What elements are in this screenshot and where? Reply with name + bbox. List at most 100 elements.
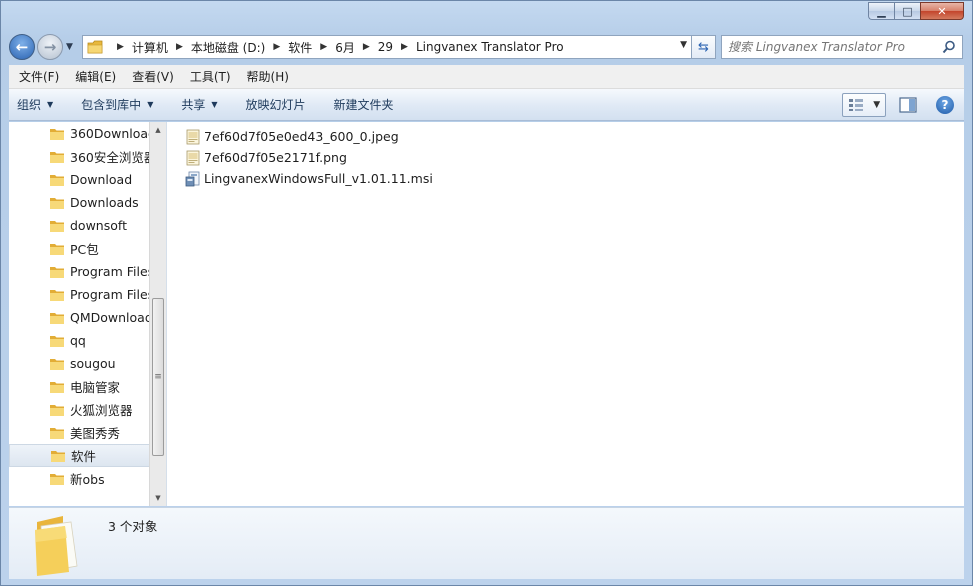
new-folder-button[interactable]: 新建文件夹 (334, 96, 394, 113)
tree-item-label: Download (70, 172, 133, 187)
tree-item[interactable]: 新obs (9, 467, 151, 490)
main-content: 360Download 360安全浏览器 Download Downloads … (9, 122, 964, 506)
tree-item[interactable]: 美图秀秀 (9, 421, 151, 444)
folder-icon (50, 312, 64, 324)
breadcrumb-software[interactable]: 软件 (288, 39, 312, 56)
scroll-down-button[interactable]: ▼ (150, 490, 166, 506)
scroll-up-button[interactable]: ▲ (150, 122, 166, 138)
menu-tools[interactable]: 工具(T) (182, 68, 239, 85)
folder-icon (50, 358, 64, 370)
tree-item[interactable]: 电脑管家 (9, 375, 151, 398)
help-button[interactable]: ? (936, 96, 954, 114)
folder-icon (50, 289, 64, 301)
breadcrumb-separator[interactable]: ▶ (176, 42, 183, 52)
menu-help[interactable]: 帮助(H) (239, 68, 297, 85)
folder-icon (50, 220, 64, 232)
breadcrumb-computer[interactable]: 计算机 (132, 39, 168, 56)
preview-pane-button[interactable] (896, 93, 920, 117)
breadcrumb-separator[interactable]: ▶ (320, 42, 327, 52)
tree-item[interactable]: qq (9, 329, 151, 352)
include-in-library-button[interactable]: 包含到库中 ▼ (81, 96, 153, 113)
maximize-button[interactable]: □ (894, 2, 920, 20)
folder-icon (50, 381, 64, 393)
folder-icon (50, 404, 64, 416)
file-item[interactable]: 7ef60d7f05e0ed43_600_0.jpeg (185, 126, 964, 147)
include-in-library-label: 包含到库中 (81, 98, 142, 112)
menu-file[interactable]: 文件(F) (11, 68, 67, 85)
folder-icon (50, 174, 64, 186)
organize-label: 组织 (17, 98, 42, 112)
slideshow-button[interactable]: 放映幻灯片 (246, 96, 306, 113)
view-details-icon (848, 99, 863, 111)
search-box[interactable] (721, 35, 963, 59)
large-folder-icon (35, 516, 78, 576)
menu-edit[interactable]: 编辑(E) (67, 68, 124, 85)
chevron-down-icon[interactable]: ▼ (873, 100, 880, 110)
breadcrumb-separator[interactable]: ▶ (401, 42, 408, 52)
forward-arrow-icon: → (43, 38, 57, 56)
item-count: 3 个对象 (108, 519, 158, 534)
nav-pane-scrollbar[interactable]: ▲ ≡ ▼ (149, 122, 166, 506)
tree-item-label: qq (70, 333, 86, 348)
breadcrumb-drive-d[interactable]: 本地磁盘 (D:) (191, 39, 265, 56)
file-name: 7ef60d7f05e2171f.png (204, 150, 347, 165)
folder-icon (50, 473, 64, 485)
folder-icon (50, 243, 64, 255)
tree-item[interactable]: QMDownload (9, 306, 153, 329)
file-item[interactable]: 7ef60d7f05e2171f.png (185, 147, 964, 168)
help-icon: ? (941, 98, 949, 112)
close-button[interactable]: ✕ (920, 2, 964, 20)
share-label: 共享 (181, 98, 206, 112)
tree-item[interactable]: 火狐浏览器 (9, 398, 151, 421)
slideshow-label: 放映幻灯片 (245, 98, 306, 112)
preview-pane-icon (899, 97, 917, 113)
refresh-button[interactable]: ⇆ (692, 35, 716, 59)
breadcrumb-june[interactable]: 6月 (335, 39, 355, 56)
breadcrumb-separator[interactable]: ▶ (117, 42, 124, 52)
folder-icon (50, 266, 64, 278)
tree-item[interactable]: Download (9, 168, 151, 191)
scrollbar-thumb[interactable]: ≡ (152, 298, 164, 456)
installer-file-icon (185, 171, 200, 186)
breadcrumb-separator[interactable]: ▶ (363, 42, 370, 52)
minimize-button[interactable]: ▁ (868, 2, 894, 20)
organize-button[interactable]: 组织 ▼ (17, 96, 53, 113)
breadcrumb-current-folder[interactable]: Lingvanex Translator Pro (416, 40, 564, 54)
change-view-button[interactable]: ▼ (842, 93, 886, 117)
file-item[interactable]: LingvanexWindowsFull_v1.01.11.msi (185, 168, 964, 189)
tree-item[interactable]: Downloads (9, 191, 151, 214)
tree-item[interactable]: downsoft (9, 214, 151, 237)
caption-controls: ▁ □ ✕ (868, 2, 964, 20)
search-input[interactable] (728, 40, 928, 54)
folder-icon (51, 450, 65, 462)
tree-item[interactable]: 360Download (9, 122, 156, 145)
tree-item[interactable]: Program Files (9, 283, 154, 306)
tree-item[interactable]: sougou (9, 352, 151, 375)
address-bar[interactable]: ▶ 计算机 ▶ 本地磁盘 (D:) ▶ 软件 ▶ 6月 ▶ 29 ▶ Lingv… (82, 35, 692, 59)
search-icon[interactable] (942, 40, 956, 54)
chevron-down-icon: ▼ (147, 100, 154, 109)
menu-view[interactable]: 查看(V) (124, 68, 182, 85)
tree-item[interactable]: Program Files (9, 260, 155, 283)
recent-pages-dropdown[interactable]: ▼ (66, 42, 78, 52)
refresh-icon: ⇆ (698, 39, 709, 55)
back-button[interactable]: ← (9, 34, 35, 60)
address-history-dropdown[interactable]: ▼ (680, 40, 687, 50)
breadcrumb-29[interactable]: 29 (378, 40, 393, 54)
tree-item-selected[interactable]: 软件 (9, 444, 151, 467)
folder-icon (50, 335, 64, 347)
tree-item[interactable]: 360安全浏览器 (9, 145, 156, 168)
command-bar: 组织 ▼ 包含到库中 ▼ 共享 ▼ 放映幻灯片 新建文件夹 ▼ ? (9, 89, 964, 121)
folder-icon (50, 128, 64, 140)
tree-item-label: 火狐浏览器 (70, 403, 133, 418)
tree-item[interactable]: PC包 (9, 237, 151, 260)
folder-icon (50, 427, 64, 439)
forward-button[interactable]: → (37, 34, 63, 60)
tree-item-label: sougou (70, 356, 116, 371)
share-button[interactable]: 共享 ▼ (181, 96, 217, 113)
breadcrumb-separator[interactable]: ▶ (273, 42, 280, 52)
folder-tree: 360Download 360安全浏览器 Download Downloads … (9, 122, 166, 490)
tree-item-label: Program Files (70, 264, 155, 279)
tree-item-label: QMDownload (70, 310, 153, 325)
tree-item-label: 美图秀秀 (70, 426, 121, 441)
